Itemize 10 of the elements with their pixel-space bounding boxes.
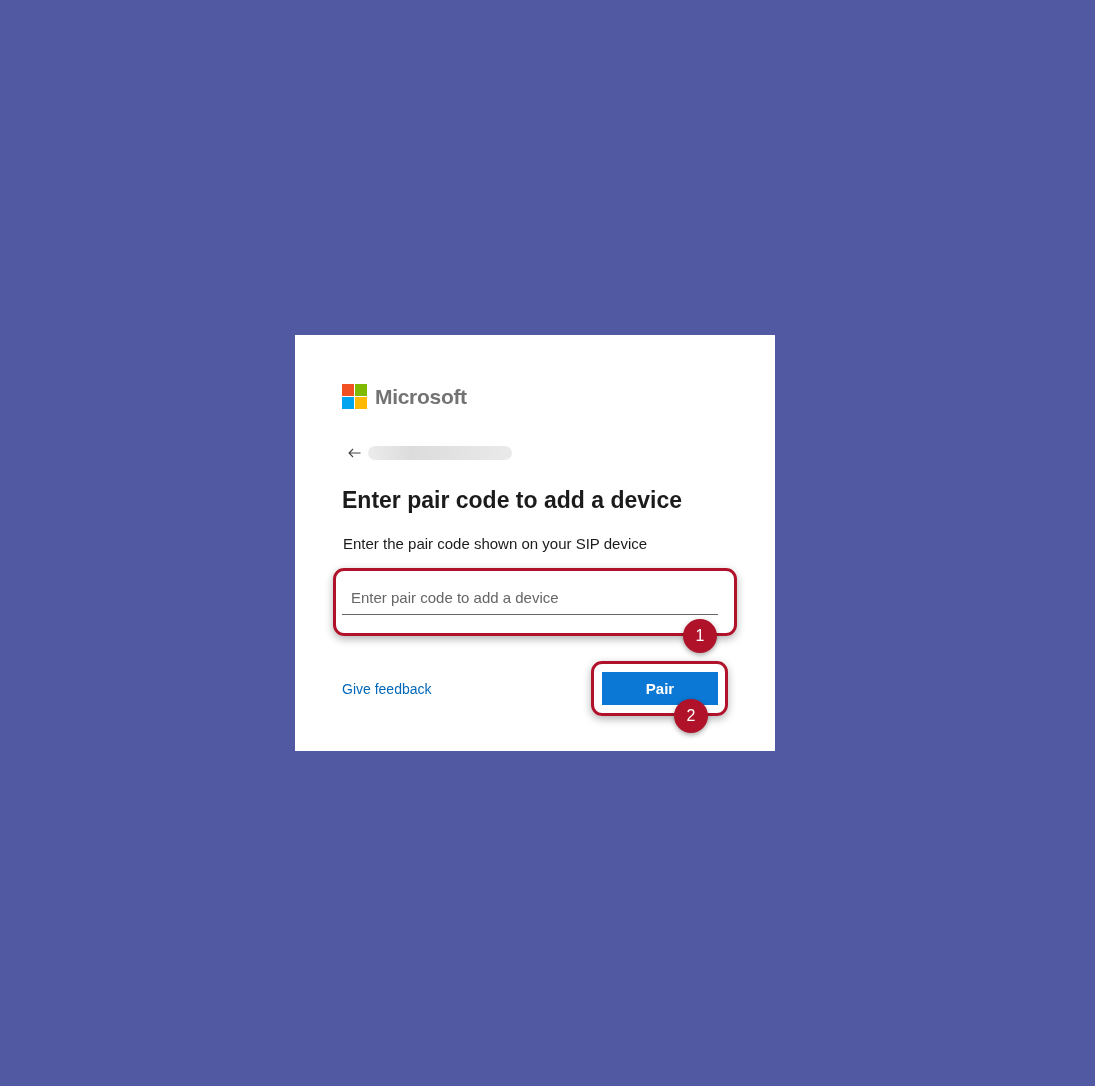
give-feedback-link[interactable]: Give feedback — [342, 680, 432, 697]
instruction-text: Enter the pair code shown on your SIP device — [343, 534, 649, 554]
page-heading: Enter pair code to add a device — [342, 486, 683, 515]
back-arrow-icon[interactable] — [348, 448, 361, 458]
brand-name: Microsoft — [375, 384, 467, 409]
pair-button[interactable]: Pair — [602, 672, 718, 705]
step-marker: 2 — [674, 699, 708, 733]
four-squares-logo-icon — [342, 384, 367, 409]
step-marker: 1 — [683, 619, 717, 653]
pair-code-input[interactable]: Enter pair code to add a device — [342, 580, 718, 615]
